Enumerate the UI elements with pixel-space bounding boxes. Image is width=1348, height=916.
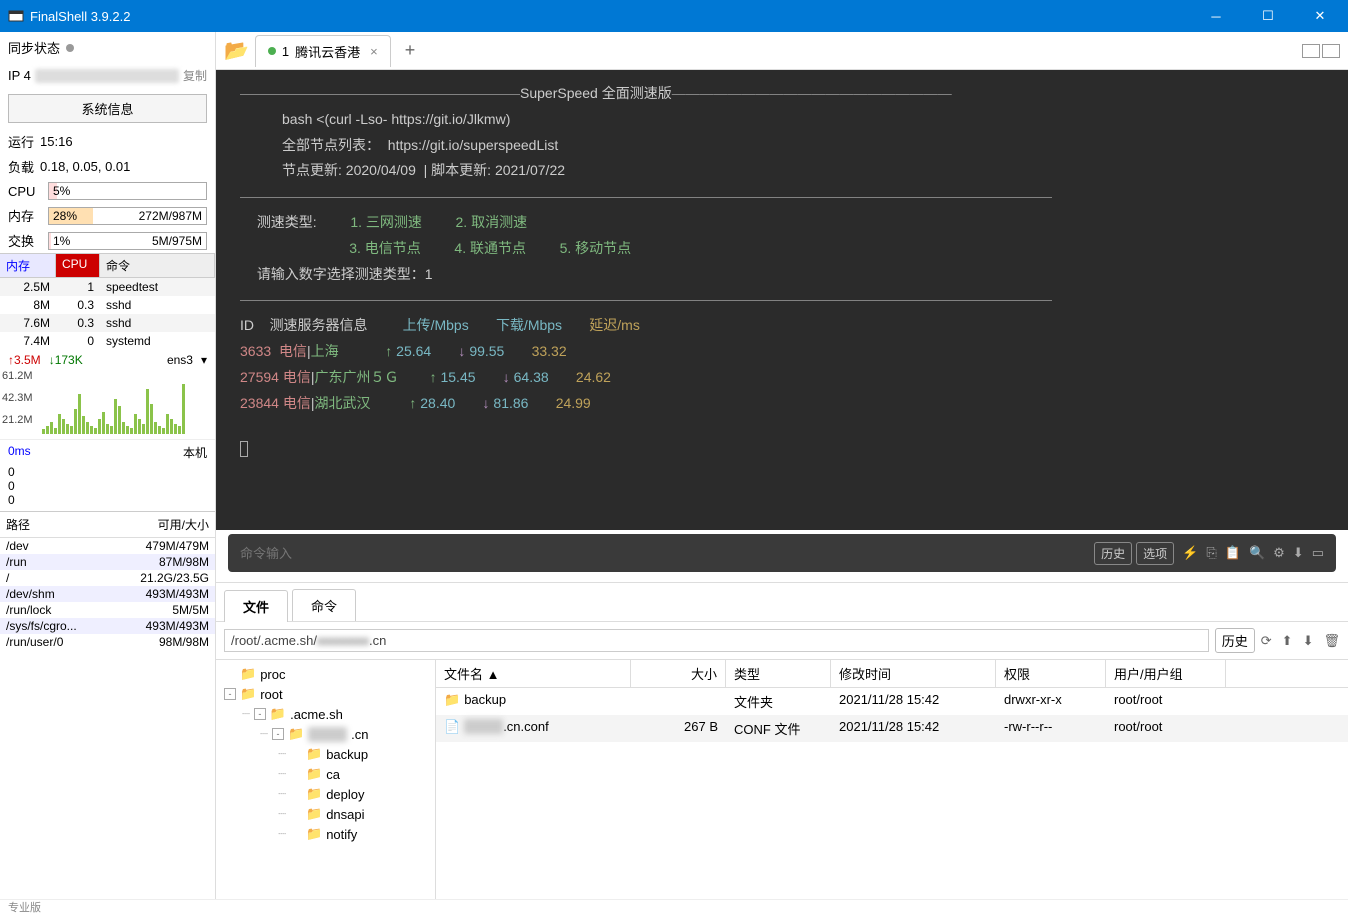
ping-ms: 0ms: [8, 444, 31, 461]
tree-item[interactable]: ┈ 📁 backup: [220, 744, 431, 764]
path-row[interactable]: /sys/fs/cgro...493M/493M: [0, 618, 215, 634]
swap-label: 交换: [8, 231, 42, 250]
col-filename[interactable]: 文件名 ▲: [436, 660, 631, 687]
list-view-icon[interactable]: [1322, 44, 1340, 58]
cpu-bar: 5%: [48, 182, 207, 200]
col-size[interactable]: 大小: [631, 660, 726, 687]
tree-item[interactable]: - 📁 root: [220, 684, 431, 704]
path-input[interactable]: /root/.acme.sh/xxxxxxxx.cn: [224, 629, 1209, 652]
path-row[interactable]: /run/lock5M/5M: [0, 602, 215, 618]
path-row[interactable]: /run87M/98M: [0, 554, 215, 570]
ip-label: IP 4: [8, 68, 31, 83]
mem-label: 内存: [8, 206, 42, 225]
tree-item[interactable]: ┈ 📁 notify: [220, 824, 431, 844]
maximize-button[interactable]: ☐: [1248, 0, 1288, 32]
delete-icon[interactable]: 🗑: [1323, 633, 1340, 649]
close-tab-icon[interactable]: ×: [370, 44, 378, 59]
minimize-button[interactable]: ─: [1196, 0, 1236, 32]
fullscreen-icon[interactable]: ▭: [1312, 545, 1324, 561]
col-mem[interactable]: 内存: [0, 254, 56, 277]
command-input-bar: 历史 选项 ⚡ ⎘ 📋 🔍 ⚙ ⬇ ▭: [228, 534, 1336, 572]
path-history-button[interactable]: 历史: [1215, 628, 1255, 653]
path-row[interactable]: /dev479M/479M: [0, 538, 215, 554]
ping-local: 本机: [183, 444, 207, 461]
net-upload: ↑3.5M: [8, 353, 41, 367]
terminal[interactable]: ————————————————————SuperSpeed 全面测速版————…: [216, 70, 1348, 530]
col-perm[interactable]: 权限: [996, 660, 1106, 687]
tabbar: 📂 1 腾讯云香港 × +: [216, 32, 1348, 70]
path-row[interactable]: /dev/shm493M/493M: [0, 586, 215, 602]
app-icon: [8, 8, 24, 24]
tree-item[interactable]: ┈ 📁 ca: [220, 764, 431, 784]
tree-item[interactable]: ┈ 📁 dnsapi: [220, 804, 431, 824]
file-tree[interactable]: 📁 proc- 📁 root ┈- 📁 .acme.sh ┈- 📁 xxxxxx…: [216, 660, 436, 899]
ip-value-redacted: [35, 69, 179, 83]
new-tab-button[interactable]: +: [397, 36, 424, 65]
file-row[interactable]: 📁backup文件夹2021/11/28 15:42drwxr-xr-xroot…: [436, 688, 1348, 715]
process-header: 内存 CPU 命令: [0, 253, 215, 278]
file-list-header: 文件名 ▲ 大小 类型 修改时间 权限 用户/用户组: [436, 660, 1348, 688]
col-date[interactable]: 修改时间: [831, 660, 996, 687]
size-col[interactable]: 可用/大小: [152, 512, 215, 537]
load-label: 负载: [8, 157, 34, 176]
download-icon[interactable]: ⬇: [1293, 545, 1304, 561]
tree-item[interactable]: ┈- 📁 xxxxxx.cn: [220, 724, 431, 744]
process-row[interactable]: 2.5M1speedtest: [0, 278, 215, 296]
process-row[interactable]: 8M0.3sshd: [0, 296, 215, 314]
system-info-button[interactable]: 系统信息: [8, 94, 207, 123]
uptime-value: 15:16: [40, 134, 73, 149]
chevron-down-icon[interactable]: ▾: [201, 353, 207, 367]
process-row[interactable]: 7.4M0systemd: [0, 332, 215, 350]
connection-tab[interactable]: 1 腾讯云香港 ×: [255, 35, 391, 67]
mem-bar: 28%272M/987M: [48, 207, 207, 225]
path-col[interactable]: 路径: [0, 512, 152, 537]
file-row[interactable]: 📄xxxxxx.cn.conf267 BCONF 文件2021/11/28 15…: [436, 715, 1348, 742]
net-interface[interactable]: ens3: [167, 353, 193, 367]
paste-icon[interactable]: 📋: [1225, 545, 1241, 561]
gear-icon[interactable]: ⚙: [1273, 545, 1285, 561]
folder-open-icon[interactable]: 📂: [224, 38, 249, 63]
command-input[interactable]: [240, 546, 1090, 561]
app-title: FinalShell 3.9.2.2: [30, 9, 1196, 24]
col-user[interactable]: 用户/用户组: [1106, 660, 1226, 687]
sync-status-dot: [66, 44, 74, 52]
status-dot-icon: [268, 47, 276, 55]
tree-item[interactable]: 📁 proc: [220, 664, 431, 684]
copy-icon[interactable]: ⎘: [1206, 545, 1216, 561]
network-chart: 61.2M 42.3M 21.2M: [0, 370, 215, 440]
search-icon[interactable]: 🔍: [1249, 545, 1265, 561]
uptime-label: 运行: [8, 132, 34, 151]
history-button[interactable]: 历史: [1094, 542, 1132, 565]
lightning-icon[interactable]: ⚡: [1182, 545, 1198, 561]
process-row[interactable]: 7.6M0.3sshd: [0, 314, 215, 332]
options-button[interactable]: 选项: [1136, 542, 1174, 565]
titlebar: FinalShell 3.9.2.2 ─ ☐ ✕: [0, 0, 1348, 32]
file-tab[interactable]: 文件: [224, 590, 288, 622]
command-tab[interactable]: 命令: [292, 589, 356, 621]
footer: 专业版: [0, 899, 1348, 915]
close-button[interactable]: ✕: [1300, 0, 1340, 32]
file-panel: 文件 命令 /root/.acme.sh/xxxxxxxx.cn 历史 ⟳ ⬆ …: [216, 582, 1348, 899]
path-row[interactable]: /21.2G/23.5G: [0, 570, 215, 586]
net-download: ↓173K: [49, 353, 83, 367]
refresh-icon[interactable]: ⟳: [1261, 633, 1272, 649]
path-row[interactable]: /run/user/098M/98M: [0, 634, 215, 650]
download-file-icon[interactable]: ⬇: [1303, 633, 1314, 649]
grid-view-icon[interactable]: [1302, 44, 1320, 58]
tree-item[interactable]: ┈ 📁 deploy: [220, 784, 431, 804]
tree-item[interactable]: ┈- 📁 .acme.sh: [220, 704, 431, 724]
col-cpu[interactable]: CPU: [56, 254, 100, 277]
swap-bar: 1%5M/975M: [48, 232, 207, 250]
col-type[interactable]: 类型: [726, 660, 831, 687]
sync-label: 同步状态: [8, 38, 60, 57]
upload-icon[interactable]: ⬆: [1282, 633, 1293, 649]
load-value: 0.18, 0.05, 0.01: [40, 159, 130, 174]
cpu-label: CPU: [8, 184, 42, 199]
copy-button[interactable]: 复制: [183, 67, 207, 84]
col-cmd[interactable]: 命令: [100, 254, 215, 277]
sidebar: 同步状态 IP 4 复制 系统信息 运行 15:16 负载 0.18, 0.05…: [0, 32, 216, 899]
